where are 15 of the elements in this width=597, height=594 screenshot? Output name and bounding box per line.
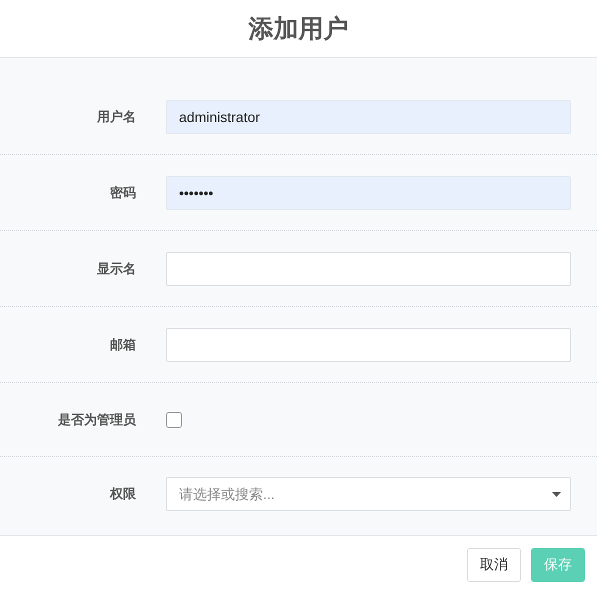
dialog-title: 添加用户: [248, 13, 348, 45]
cancel-button[interactable]: 取消: [467, 548, 521, 582]
input-field[interactable]: [166, 252, 571, 286]
password-field[interactable]: •••••••: [166, 176, 571, 210]
field-label: 密码: [109, 184, 136, 202]
field-label: 用户名: [96, 108, 136, 126]
field-label: 权限: [108, 486, 136, 503]
input-field[interactable]: administrator: [166, 100, 571, 134]
field-label: 显示名: [96, 260, 136, 278]
field-label: 邮箱: [109, 336, 136, 354]
checkbox[interactable]: [166, 412, 182, 428]
select-field[interactable]: 请选择或搜索...: [166, 477, 571, 511]
caret-icon: [552, 492, 561, 497]
field-label: 是否为管理员: [57, 412, 136, 428]
input-field[interactable]: [166, 328, 571, 362]
